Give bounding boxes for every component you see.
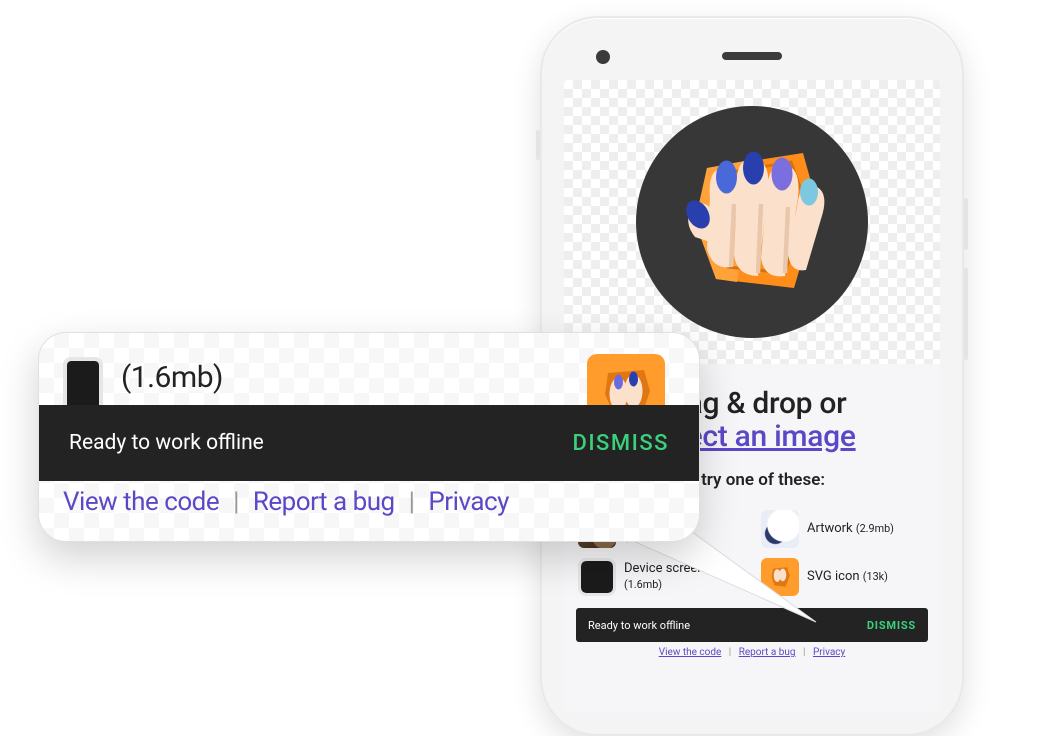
squoosh-logo-disc [636, 106, 868, 338]
lens-privacy-link[interactable]: Privacy [428, 487, 509, 517]
phone-speaker-slot [722, 52, 782, 60]
lens-size-text: (1.6mb) [121, 360, 223, 395]
lens-offline-snackbar: Ready to work offline DISMISS [39, 405, 699, 481]
lens-device-thumb-fragment [63, 357, 103, 405]
lens-report-bug-link[interactable]: Report a bug [253, 487, 395, 517]
lens-fragment-row: (1.6mb) [39, 333, 699, 405]
zoom-callout-lens: (1.6mb) Ready to work offline DISMISS Vi… [38, 332, 700, 542]
squoosh-logo-icon [662, 132, 842, 312]
lens-footer-fragment: View the code | Report a bug | Privacy [39, 481, 699, 537]
phone-side-button-volume [964, 268, 968, 360]
lens-dismiss-button[interactable]: DISMISS [572, 431, 669, 456]
lens-view-code-link[interactable]: View the code [63, 487, 219, 517]
phone-camera-dot [596, 50, 610, 64]
phone-side-button-power [964, 198, 968, 250]
lens-snackbar-message: Ready to work offline [69, 431, 264, 455]
hero-dropzone[interactable] [564, 80, 940, 364]
phone-side-button-left [536, 130, 540, 160]
